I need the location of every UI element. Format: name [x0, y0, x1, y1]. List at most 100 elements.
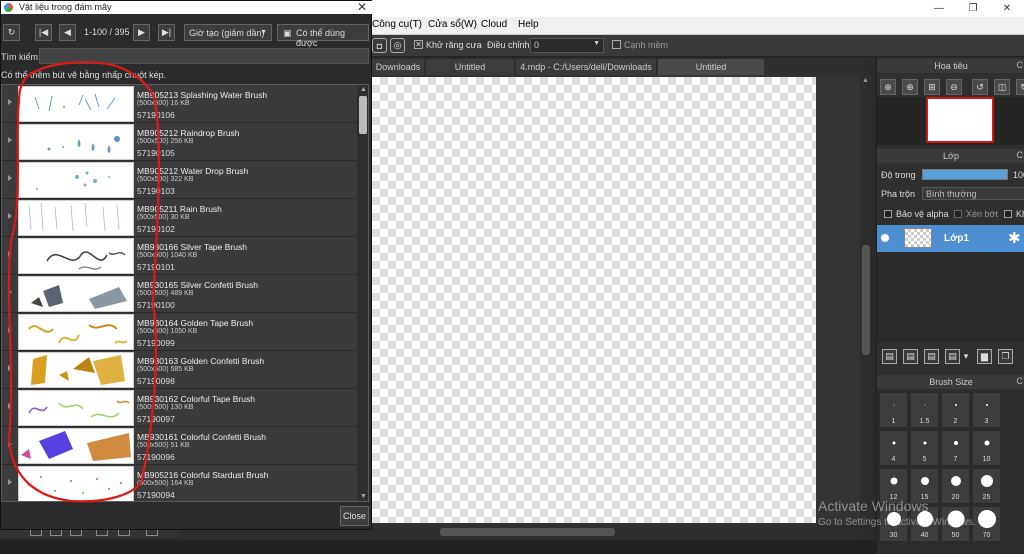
zoom-out-icon[interactable]: ⊕: [902, 79, 918, 95]
brush-size-cell[interactable]: 25: [972, 468, 1001, 504]
material-row[interactable]: MB930164 Golden Tape Brush (500x500) 1050…: [2, 313, 357, 351]
soft-edge-checkbox[interactable]: [612, 40, 621, 49]
new-layer-tone-icon[interactable]: ▤: [945, 349, 960, 364]
material-row[interactable]: MB930165 Silver Confetti Brush (500x500) …: [2, 275, 357, 313]
brush-size-title: Brush Size C: [877, 375, 1024, 389]
opacity-slider[interactable]: [922, 169, 1008, 180]
refresh-icon[interactable]: ↻: [3, 24, 20, 41]
menu-window[interactable]: Cửa sổ(W): [428, 19, 477, 30]
canvas-document[interactable]: [372, 77, 816, 523]
settings-circle-icon[interactable]: ◎: [390, 38, 405, 53]
brush-size-cell[interactable]: 20: [941, 468, 970, 504]
rotate-right-icon[interactable]: ↻: [1016, 79, 1024, 95]
brush-size-grid: 1 1.5 2 3 4 5 7 10 12 15 20 25 30 40 50 70: [877, 390, 1024, 554]
material-thumbnail: [18, 428, 134, 464]
material-row[interactable]: MB930161 Colorful Confetti Brush (500x500…: [2, 427, 357, 465]
expand-arrow-icon[interactable]: [8, 479, 12, 485]
scroll-thumb[interactable]: [862, 245, 870, 355]
scroll-thumb[interactable]: [440, 528, 615, 536]
scroll-thumb[interactable]: [359, 96, 367, 134]
tab-4mdp[interactable]: 4.mdp - C:/Users/dell/Downloads: [516, 59, 656, 75]
brush-size-cell[interactable]: 7: [941, 430, 970, 466]
antialias-checkbox[interactable]: ✕: [414, 40, 423, 49]
brush-size-cell[interactable]: 1: [879, 392, 908, 428]
sort-select[interactable]: Giờ tạo (giảm dần) ▼: [184, 24, 272, 41]
first-page-icon[interactable]: |◀: [35, 24, 52, 41]
close-icon[interactable]: ✕: [357, 0, 367, 14]
folder-icon[interactable]: ▆: [977, 349, 992, 364]
menu-help[interactable]: Help: [518, 19, 539, 30]
brush-size-cell[interactable]: 2: [941, 392, 970, 428]
brush-size-cell[interactable]: 70: [972, 506, 1001, 542]
gear-icon[interactable]: ✱: [1008, 229, 1021, 247]
material-row[interactable]: MB930163 Golden Confetti Brush (500x500) …: [2, 351, 357, 389]
material-row[interactable]: MB905213 Splashing Water Brush (500x500) …: [2, 85, 357, 123]
scroll-up-icon[interactable]: ▲: [862, 77, 869, 84]
lasso-icon[interactable]: ◘: [372, 38, 387, 53]
material-size: (500x500) 322 KB: [137, 176, 194, 183]
brush-size-cell[interactable]: 5: [910, 430, 939, 466]
zoom-in-icon[interactable]: ⊕: [880, 79, 896, 95]
expand-arrow-icon[interactable]: [8, 99, 12, 105]
material-row[interactable]: MB905211 Rain Brush (500x500) 30 KB 571901…: [2, 199, 357, 237]
fit-icon[interactable]: ⊞: [924, 79, 940, 95]
adjust-select[interactable]: 0 ▼: [530, 38, 604, 53]
expand-arrow-icon[interactable]: [8, 441, 12, 447]
material-row[interactable]: MB905212 Water Drop Brush (500x500) 322 K…: [2, 161, 357, 199]
list-scrollbar[interactable]: ▲ ▼: [357, 85, 368, 501]
tab-untitled-2[interactable]: Untitled: [658, 59, 764, 75]
lock-checkbox[interactable]: [1004, 210, 1012, 218]
chevron-down-icon[interactable]: ▾: [961, 349, 971, 364]
visibility-icon[interactable]: [881, 234, 889, 242]
scroll-up-icon[interactable]: ▲: [360, 86, 367, 93]
panel-corner-icon[interactable]: C: [1017, 60, 1024, 70]
rotate-left-icon[interactable]: ↺: [972, 79, 988, 95]
blend-mode-select[interactable]: Bình thường: [922, 187, 1024, 200]
material-row[interactable]: MB930162 Colorful Tape Brush (500x500) 13…: [2, 389, 357, 427]
new-layer-1bit-icon[interactable]: ▤: [924, 349, 939, 364]
expand-arrow-icon[interactable]: [8, 365, 12, 371]
protect-alpha-checkbox[interactable]: [884, 210, 892, 218]
brush-size-cell[interactable]: 4: [879, 430, 908, 466]
close-button[interactable]: Close: [340, 506, 369, 526]
expand-arrow-icon[interactable]: [8, 403, 12, 409]
layer-row[interactable]: Lớp1 ✱: [877, 225, 1024, 252]
tab-untitled-1[interactable]: Untitled: [426, 59, 514, 75]
clip-checkbox[interactable]: [954, 210, 962, 218]
new-layer-icon[interactable]: ▤: [882, 349, 897, 364]
reset-view-icon[interactable]: ◫: [994, 79, 1010, 95]
expand-arrow-icon[interactable]: [8, 213, 12, 219]
minimize-icon[interactable]: —: [922, 0, 956, 17]
duplicate-layer-icon[interactable]: ❐: [998, 349, 1013, 364]
next-page-icon[interactable]: ▶: [133, 24, 150, 41]
new-layer-8bit-icon[interactable]: ▤: [903, 349, 918, 364]
close-window-icon[interactable]: ✕: [990, 0, 1024, 17]
brush-size-cell[interactable]: 1.5: [910, 392, 939, 428]
usable-filter-button[interactable]: ▣ Có thể dùng được: [277, 24, 369, 48]
brush-size-cell[interactable]: 10: [972, 430, 1001, 466]
prev-page-icon[interactable]: ◀: [59, 24, 76, 41]
material-row[interactable]: MB905216 Colorful Stardust Brush (500x500…: [2, 465, 357, 501]
menu-tools[interactable]: Công cụ(T): [372, 19, 422, 30]
expand-arrow-icon[interactable]: [8, 251, 12, 257]
scroll-down-icon[interactable]: ▼: [360, 493, 367, 500]
canvas-vertical-scrollbar[interactable]: ▲: [860, 75, 872, 525]
panel-corner-icon[interactable]: C: [1017, 150, 1024, 160]
tab-downloads[interactable]: Downloads: [372, 59, 424, 75]
search-input[interactable]: [39, 48, 369, 64]
navigator-preview[interactable]: [926, 97, 994, 143]
material-id: 57190098: [137, 376, 175, 386]
expand-arrow-icon[interactable]: [8, 137, 12, 143]
panel-corner-icon[interactable]: C: [1017, 376, 1024, 386]
material-row[interactable]: MB930166 Silver Tape Brush (500x500) 1040…: [2, 237, 357, 275]
expand-arrow-icon[interactable]: [8, 327, 12, 333]
expand-arrow-icon[interactable]: [8, 175, 12, 181]
expand-arrow-icon[interactable]: [8, 289, 12, 295]
zoom-icon[interactable]: ⊖: [946, 79, 962, 95]
brush-size-cell[interactable]: 3: [972, 392, 1001, 428]
restore-icon[interactable]: ❐: [956, 0, 990, 17]
material-preview: [36, 171, 110, 190]
material-row[interactable]: MB905212 Raindrop Brush (500x500) 256 KB 5…: [2, 123, 357, 161]
menu-cloud[interactable]: Cloud: [481, 19, 507, 30]
last-page-icon[interactable]: ▶|: [158, 24, 175, 41]
